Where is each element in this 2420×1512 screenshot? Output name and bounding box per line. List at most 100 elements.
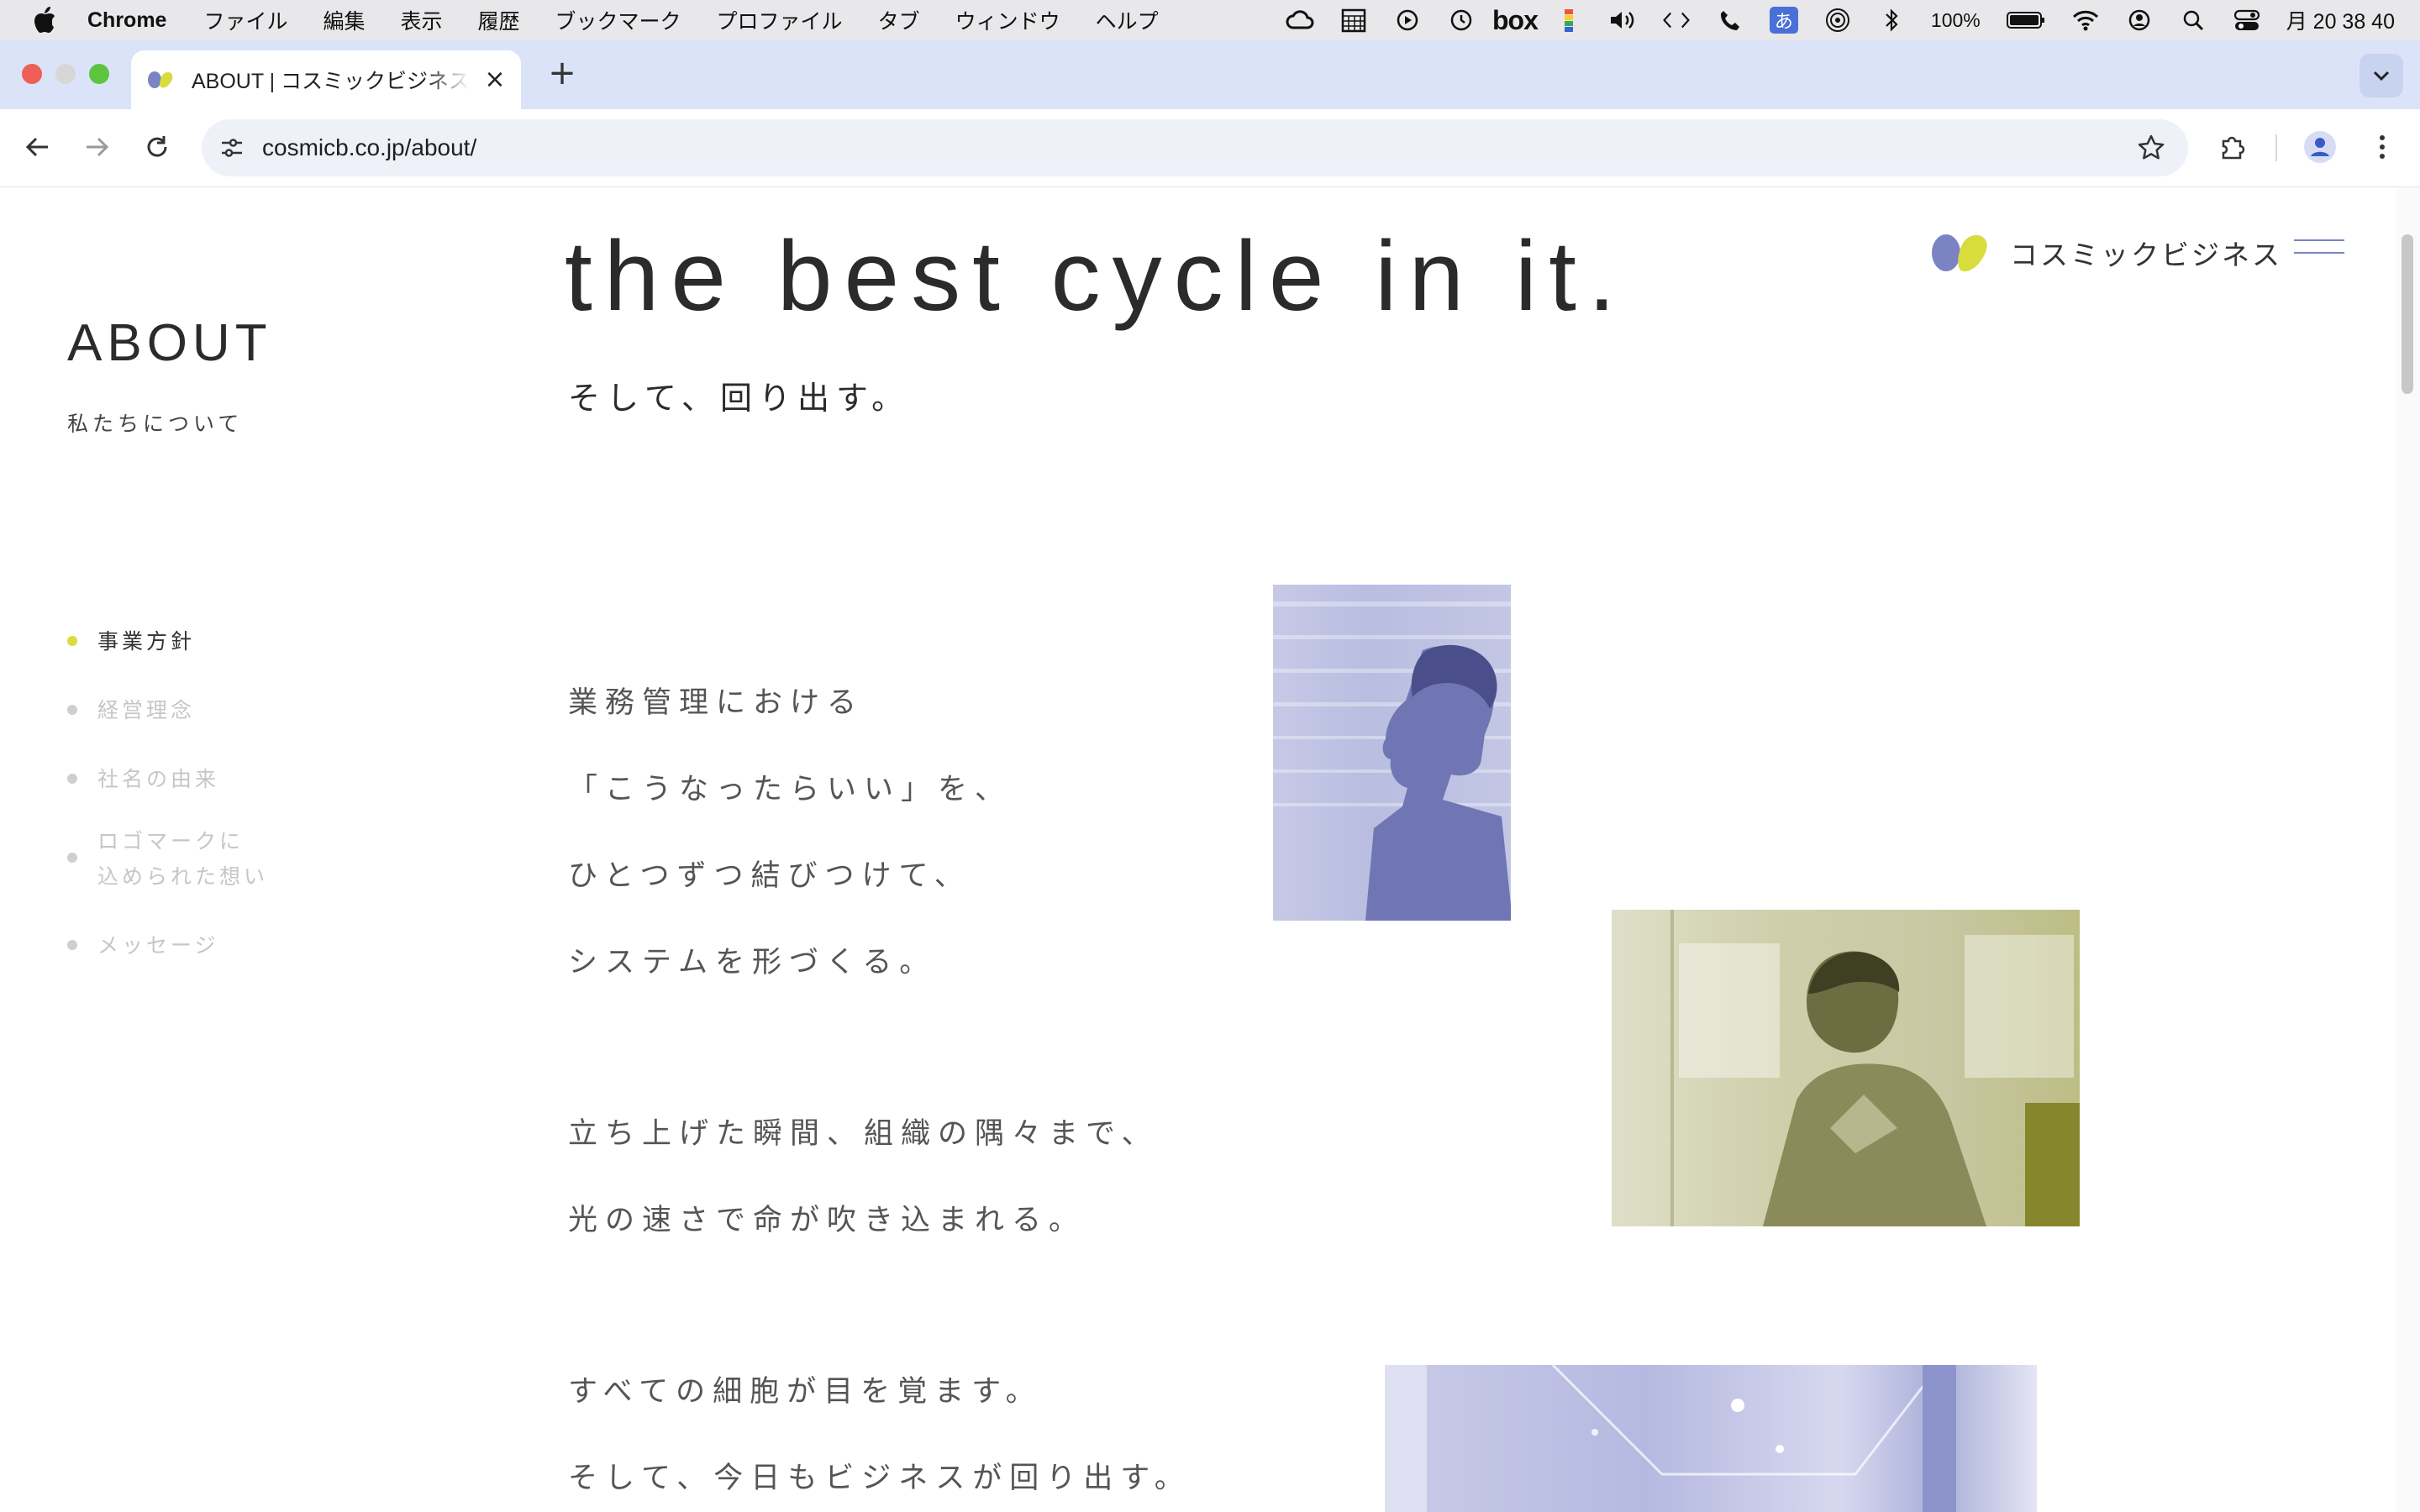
phone-icon[interactable]: [1716, 8, 1744, 33]
menu-window[interactable]: ウィンドウ: [955, 5, 1060, 35]
body-text-line: すべての細胞が目を覚ます。: [568, 1375, 1043, 1409]
menu-help[interactable]: ヘルプ: [1096, 5, 1159, 35]
site-settings-icon[interactable]: [217, 133, 247, 163]
nav-dot: [67, 940, 77, 950]
side-nav-label: 事業方針: [97, 629, 196, 654]
menu-edit[interactable]: 編集: [323, 5, 365, 35]
volume-icon[interactable]: [1608, 8, 1637, 33]
body-text-line: そして、今日もビジネスが回り出す。: [568, 1462, 1192, 1495]
section-side-nav: 事業方針 経営理念 社名の由来 ロゴマークに 込められた想い メッセージ: [67, 624, 268, 997]
photo-man-profile: [1273, 585, 1511, 921]
menu-tab[interactable]: タブ: [878, 5, 920, 35]
body-text-line: システムを形づくる。: [568, 946, 937, 979]
side-nav-item-philosophy[interactable]: 経営理念: [67, 693, 268, 728]
section-title: ABOUT: [67, 314, 272, 372]
side-nav-item-name-origin[interactable]: 社名の由来: [67, 762, 268, 797]
photo-office-interior: [1385, 1365, 2037, 1512]
body-text-line: ひとつずつ結びつけて、: [568, 859, 971, 893]
profile-avatar-button[interactable]: [2301, 128, 2339, 166]
arrow-left-icon: [25, 137, 48, 157]
side-nav-label-line1: ロゴマークに: [97, 829, 245, 853]
reload-icon: [147, 136, 167, 157]
body-text-line: 「こうなったらいい」を、: [568, 773, 1013, 806]
menu-app-name[interactable]: Chrome: [87, 8, 166, 33]
bookmark-star-icon[interactable]: [2136, 133, 2166, 163]
forward-button[interactable]: [77, 128, 116, 166]
browser-tab-strip: ABOUT | コスミックビジネス株式会社 × +: [0, 40, 2420, 109]
logo-wordmark: コスミックビジネス: [2010, 239, 2282, 271]
browser-toolbar: cosmicb.co.jp/about/: [0, 109, 2420, 187]
web-page: ABOUT 私たちについて 事業方針 経営理念 社名の由来 ロゴマークに 込めら…: [0, 187, 2420, 1512]
color-bars-icon[interactable]: [1555, 8, 1583, 33]
site-favicon-icon: [146, 70, 176, 90]
time-machine-icon[interactable]: [1447, 8, 1476, 33]
menu-status-area: box あ 100% 月 20 38 40: [1286, 0, 2395, 40]
toolbar-separator: [2275, 134, 2277, 161]
tab-title: ABOUT | コスミックビジネス株式会社: [192, 70, 469, 93]
control-center-icon[interactable]: [2233, 8, 2261, 33]
menu-bookmarks[interactable]: ブックマーク: [555, 5, 681, 35]
page-scrollbar[interactable]: [2396, 187, 2420, 1512]
puzzle-icon: [2222, 136, 2245, 160]
new-tab-button[interactable]: +: [541, 52, 583, 94]
photo-man-at-desk: [1612, 910, 2080, 1226]
body-text-line: 立ち上げた瞬間、組織の隅々まで、: [568, 1117, 1159, 1151]
battery-percent: 100%: [1930, 8, 1981, 31]
side-nav-label-line2: 込められた想い: [97, 864, 269, 889]
nav-dot: [67, 705, 77, 715]
box-app-icon[interactable]: box: [1492, 5, 1539, 35]
code-brackets-icon[interactable]: [1662, 8, 1691, 33]
side-nav-label: 経営理念: [97, 698, 196, 722]
more-vertical-icon: [2380, 135, 2385, 159]
reload-button[interactable]: [138, 128, 176, 166]
menu-clock[interactable]: 月 20 38 40: [2286, 8, 2395, 34]
calendar-grid-icon[interactable]: [1339, 8, 1368, 33]
window-minimize-button[interactable]: [55, 64, 76, 84]
side-nav-item-logo-meaning[interactable]: ロゴマークに 込められた想い: [67, 824, 268, 895]
url-text[interactable]: cosmicb.co.jp/about/: [262, 134, 476, 161]
input-method-icon[interactable]: あ: [1769, 7, 1798, 34]
menu-file[interactable]: ファイル: [203, 5, 287, 35]
address-bar[interactable]: cosmicb.co.jp/about/: [202, 119, 2188, 176]
site-logo[interactable]: コスミックビジネス: [1929, 231, 2282, 275]
window-close-button[interactable]: [22, 64, 42, 84]
hero-headline: the best cycle in it.: [565, 221, 1628, 332]
menu-profiles[interactable]: プロファイル: [717, 5, 843, 35]
user-account-icon[interactable]: [2125, 8, 2154, 33]
play-circle-icon[interactable]: [1393, 8, 1422, 33]
body-text-line: 業務管理における: [568, 686, 865, 720]
chrome-menu-button[interactable]: [2363, 128, 2402, 166]
macos-menu-bar: Chrome ファイル 編集 表示 履歴 ブックマーク プロファイル タブ ウィ…: [0, 0, 2420, 40]
side-nav-item-policy[interactable]: 事業方針: [67, 624, 268, 659]
nav-dot-active: [67, 636, 77, 646]
avatar-icon: [2304, 131, 2336, 163]
window-zoom-button[interactable]: [89, 64, 109, 84]
side-nav-label: メッセージ: [97, 933, 219, 958]
hamburger-menu-button[interactable]: [2294, 239, 2344, 265]
tab-close-icon[interactable]: ×: [482, 67, 508, 92]
cosmic-logo-icon: [1929, 231, 1991, 275]
apple-icon[interactable]: [32, 6, 57, 34]
body-text-line: 光の速さで命が吹き込まれる。: [568, 1204, 1086, 1237]
chevron-down-icon: [2373, 71, 2390, 81]
wifi-icon[interactable]: [2071, 8, 2100, 33]
hamburger-line: [2294, 252, 2344, 254]
nav-dot: [67, 774, 77, 784]
spotlight-search-icon[interactable]: [2179, 8, 2207, 33]
side-nav-item-message[interactable]: メッセージ: [67, 928, 268, 963]
menu-history[interactable]: 履歴: [478, 5, 520, 35]
side-nav-label: 社名の由来: [97, 767, 220, 791]
scrollbar-thumb[interactable]: [2402, 234, 2413, 394]
airdrop-icon[interactable]: [1823, 8, 1852, 33]
bluetooth-icon[interactable]: [1877, 8, 1906, 33]
nav-dot: [67, 853, 77, 863]
back-button[interactable]: [18, 128, 57, 166]
tab-search-button[interactable]: [2360, 54, 2403, 97]
section-subtitle: 私たちについて: [67, 412, 244, 436]
extensions-button[interactable]: [2213, 128, 2252, 166]
menu-view[interactable]: 表示: [401, 5, 443, 35]
creative-cloud-icon[interactable]: [1286, 8, 1314, 33]
hero-subheadline: そして、回り出す。: [568, 380, 911, 417]
battery-icon[interactable]: [2006, 8, 2046, 33]
browser-tab-active[interactable]: ABOUT | コスミックビジネス株式会社 ×: [131, 50, 521, 109]
